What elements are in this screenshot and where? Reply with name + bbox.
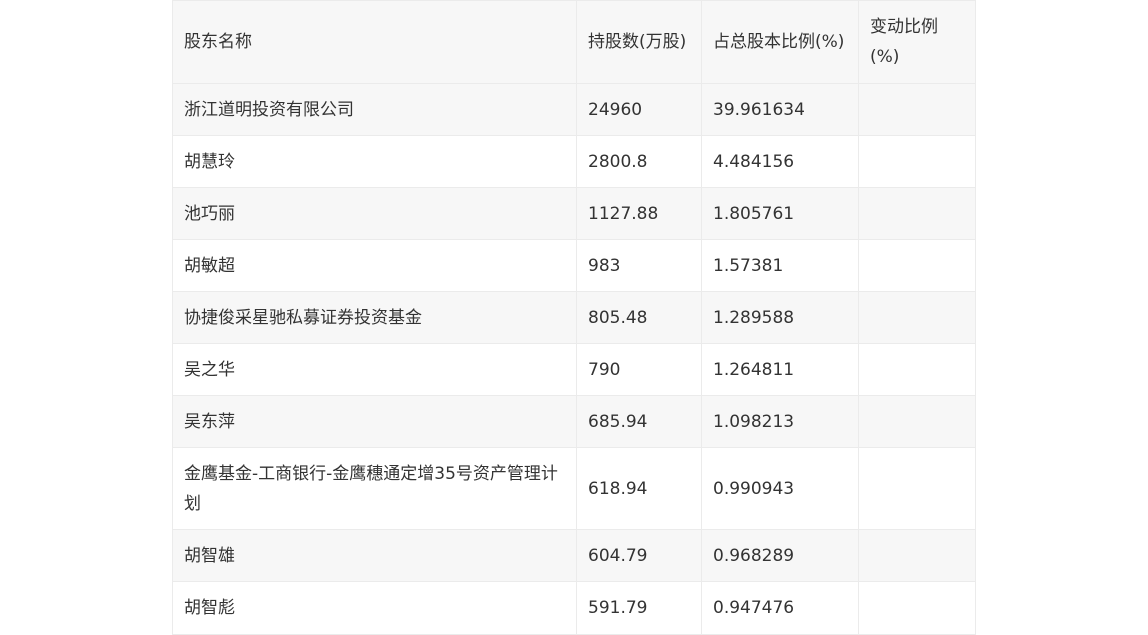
shareholder-table: 股东名称 持股数(万股) 占总股本比例(%) 变动比例(%) 浙江道明投资有限公… (172, 0, 976, 635)
cell-shareholder-name: 吴东萍 (172, 395, 577, 448)
cell-shares-held: 2800.8 (576, 135, 702, 188)
cell-shareholder-name: 胡智雄 (172, 529, 577, 582)
cell-shareholder-name: 吴之华 (172, 343, 577, 396)
table-row: 胡智雄 604.79 0.968289 (172, 529, 976, 582)
table-row: 胡慧玲 2800.8 4.484156 (172, 135, 976, 188)
cell-shareholder-name: 协捷俊采星驰私募证券投资基金 (172, 291, 577, 344)
cell-change-ratio (858, 239, 976, 292)
cell-share-ratio: 0.990943 (701, 447, 859, 530)
cell-change-ratio (858, 83, 976, 136)
cell-share-ratio: 1.289588 (701, 291, 859, 344)
cell-shareholder-name: 胡智彪 (172, 581, 577, 635)
cell-shares-held: 805.48 (576, 291, 702, 344)
cell-change-ratio (858, 529, 976, 582)
cell-change-ratio (858, 135, 976, 188)
cell-change-ratio (858, 343, 976, 396)
cell-shareholder-name: 浙江道明投资有限公司 (172, 83, 577, 136)
cell-share-ratio: 4.484156 (701, 135, 859, 188)
cell-shares-held: 24960 (576, 83, 702, 136)
cell-change-ratio (858, 581, 976, 635)
table-row: 胡智彪 591.79 0.947476 (172, 581, 976, 635)
cell-change-ratio (858, 447, 976, 530)
cell-share-ratio: 1.805761 (701, 187, 859, 240)
cell-share-ratio: 39.961634 (701, 83, 859, 136)
cell-share-ratio: 1.098213 (701, 395, 859, 448)
cell-shares-held: 618.94 (576, 447, 702, 530)
table-row: 吴东萍 685.94 1.098213 (172, 395, 976, 448)
cell-shares-held: 685.94 (576, 395, 702, 448)
cell-share-ratio: 0.947476 (701, 581, 859, 635)
table-row: 池巧丽 1127.88 1.805761 (172, 187, 976, 240)
cell-shareholder-name: 胡慧玲 (172, 135, 577, 188)
cell-change-ratio (858, 395, 976, 448)
cell-shares-held: 790 (576, 343, 702, 396)
table-row: 协捷俊采星驰私募证券投资基金 805.48 1.289588 (172, 291, 976, 344)
cell-change-ratio (858, 187, 976, 240)
table-row: 吴之华 790 1.264811 (172, 343, 976, 396)
cell-share-ratio: 1.57381 (701, 239, 859, 292)
cell-shares-held: 1127.88 (576, 187, 702, 240)
table-row: 浙江道明投资有限公司 24960 39.961634 (172, 83, 976, 136)
cell-shareholder-name: 池巧丽 (172, 187, 577, 240)
cell-change-ratio (858, 291, 976, 344)
cell-share-ratio: 0.968289 (701, 529, 859, 582)
header-shares-held: 持股数(万股) (576, 0, 702, 84)
table-header-row: 股东名称 持股数(万股) 占总股本比例(%) 变动比例(%) (172, 0, 976, 84)
header-shareholder-name: 股东名称 (172, 0, 577, 84)
table-row: 胡敏超 983 1.57381 (172, 239, 976, 292)
cell-shares-held: 604.79 (576, 529, 702, 582)
shareholder-table-container: 股东名称 持股数(万股) 占总股本比例(%) 变动比例(%) 浙江道明投资有限公… (172, 0, 976, 635)
cell-shareholder-name: 胡敏超 (172, 239, 577, 292)
cell-share-ratio: 1.264811 (701, 343, 859, 396)
table-row: 金鹰基金-工商银行-金鹰穗通定增35号资产管理计划 618.94 0.99094… (172, 447, 976, 530)
header-change-ratio: 变动比例(%) (858, 0, 976, 84)
cell-shares-held: 983 (576, 239, 702, 292)
cell-shareholder-name: 金鹰基金-工商银行-金鹰穗通定增35号资产管理计划 (172, 447, 577, 530)
header-share-ratio: 占总股本比例(%) (701, 0, 859, 84)
cell-shares-held: 591.79 (576, 581, 702, 635)
